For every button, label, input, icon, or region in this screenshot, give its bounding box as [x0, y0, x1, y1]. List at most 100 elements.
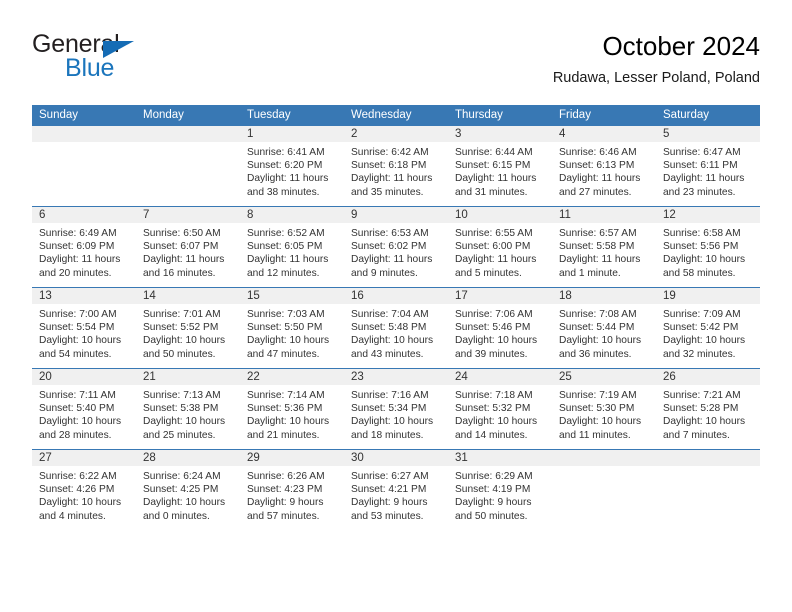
- daylight-text-line1: Daylight: 10 hours: [247, 416, 330, 428]
- sunset-text: Sunset: 4:26 PM: [39, 484, 115, 496]
- sunrise-text: Sunrise: 6:57 AM: [559, 228, 637, 239]
- daylight-text-line2: and 25 minutes.: [143, 429, 216, 441]
- calendar-day-cell[interactable]: 4 Sunrise: 6:46 AM Sunset: 6:13 PM Daylight…: [552, 126, 656, 207]
- calendar-day-cell[interactable]: 2 Sunrise: 6:42 AM Sunset: 6:18 PM Daylight…: [344, 126, 448, 207]
- sunset-text: Sunset: 5:36 PM: [247, 403, 323, 415]
- calendar-day-cell[interactable]: 22 Sunrise: 7:14 AM Sunset: 5:36 PM Dayligh…: [240, 368, 344, 450]
- day-details: Sunrise: 7:16 AM Sunset: 5:34 PM Daylight:…: [344, 385, 448, 442]
- daylight-text-line1: Daylight: 11 hours: [559, 254, 641, 266]
- calendar-day-cell[interactable]: 10 Sunrise: 6:55 AM Sunset: 6:00 PM Dayligh…: [448, 206, 552, 288]
- calendar-day-cell[interactable]: 29 Sunrise: 6:26 AM Sunset: 4:23 PM Dayligh…: [240, 449, 344, 530]
- title-block: October 2024 Rudawa, Lesser Poland, Pola…: [553, 30, 760, 89]
- sunset-text: Sunset: 6:15 PM: [455, 160, 531, 172]
- calendar-day-cell[interactable]: 6 Sunrise: 6:49 AM Sunset: 6:09 PM Daylight…: [32, 206, 136, 288]
- calendar-day-cell[interactable]: 12 Sunrise: 6:58 AM Sunset: 5:56 PM Dayligh…: [656, 206, 760, 288]
- sunrise-text: Sunrise: 7:11 AM: [39, 390, 116, 401]
- day-number: 11: [552, 207, 656, 223]
- sunrise-text: Sunrise: 6:53 AM: [351, 228, 429, 239]
- day-details: Sunrise: 7:06 AM Sunset: 5:46 PM Daylight:…: [448, 304, 552, 361]
- sunset-text: Sunset: 4:21 PM: [351, 484, 427, 496]
- sunrise-text: Sunrise: 6:41 AM: [247, 147, 325, 158]
- day-number: 16: [344, 288, 448, 304]
- sunrise-text: Sunrise: 7:21 AM: [663, 390, 741, 401]
- day-details: Sunrise: 6:41 AM Sunset: 6:20 PM Daylight:…: [240, 142, 344, 199]
- calendar-day-cell[interactable]: 18 Sunrise: 7:08 AM Sunset: 5:44 PM Dayligh…: [552, 287, 656, 369]
- calendar-day-cell[interactable]: 20 Sunrise: 7:11 AM Sunset: 5:40 PM Dayligh…: [32, 368, 136, 450]
- daylight-text-line1: Daylight: 10 hours: [39, 497, 122, 509]
- sunset-text: Sunset: 6:09 PM: [39, 241, 115, 253]
- day-number: 4: [552, 126, 656, 142]
- sunset-text: Sunset: 6:11 PM: [663, 160, 738, 172]
- weekday-header-wednesday: Wednesday: [344, 105, 448, 126]
- calendar-day-cell[interactable]: 27 Sunrise: 6:22 AM Sunset: 4:26 PM Dayligh…: [32, 449, 136, 530]
- day-number: 13: [32, 288, 136, 304]
- calendar-day-cell[interactable]: 5 Sunrise: 6:47 AM Sunset: 6:11 PM Daylight…: [656, 126, 760, 207]
- weekday-header-monday: Monday: [136, 105, 240, 126]
- daylight-text-line1: Daylight: 9 hours: [455, 497, 532, 509]
- daylight-text-line2: and 28 minutes.: [39, 429, 112, 441]
- day-details: Sunrise: 7:18 AM Sunset: 5:32 PM Daylight:…: [448, 385, 552, 442]
- day-details: Sunrise: 7:03 AM Sunset: 5:50 PM Daylight:…: [240, 304, 344, 361]
- calendar-day-cell[interactable]: 13 Sunrise: 7:00 AM Sunset: 5:54 PM Dayligh…: [32, 287, 136, 369]
- calendar-day-cell[interactable]: 1 Sunrise: 6:41 AM Sunset: 6:20 PM Daylight…: [240, 126, 344, 207]
- daylight-text-line2: and 57 minutes.: [247, 510, 320, 522]
- calendar-day-cell[interactable]: 24 Sunrise: 7:18 AM Sunset: 5:32 PM Dayligh…: [448, 368, 552, 450]
- calendar-day-cell[interactable]: 23 Sunrise: 7:16 AM Sunset: 5:34 PM Dayligh…: [344, 368, 448, 450]
- calendar-empty-cell: [32, 126, 136, 207]
- calendar-day-cell[interactable]: 16 Sunrise: 7:04 AM Sunset: 5:48 PM Dayligh…: [344, 287, 448, 369]
- sunrise-text: Sunrise: 6:44 AM: [455, 147, 533, 158]
- calendar-week-row: 27 Sunrise: 6:22 AM Sunset: 4:26 PM Dayligh…: [32, 449, 760, 530]
- day-details: Sunrise: 6:24 AM Sunset: 4:25 PM Daylight:…: [136, 466, 240, 523]
- sunrise-text: Sunrise: 6:52 AM: [247, 228, 325, 239]
- daylight-text-line1: Daylight: 11 hours: [247, 173, 329, 185]
- calendar-day-cell[interactable]: 15 Sunrise: 7:03 AM Sunset: 5:50 PM Dayligh…: [240, 287, 344, 369]
- sunset-text: Sunset: 6:07 PM: [143, 241, 219, 253]
- sunrise-text: Sunrise: 6:29 AM: [455, 471, 533, 482]
- daylight-text-line2: and 50 minutes.: [455, 510, 528, 522]
- daylight-text-line1: Daylight: 10 hours: [143, 416, 226, 428]
- daylight-text-line1: Daylight: 10 hours: [663, 254, 746, 266]
- daylight-text-line1: Daylight: 11 hours: [663, 173, 745, 185]
- sunset-text: Sunset: 5:48 PM: [351, 322, 427, 334]
- day-number: [136, 126, 240, 142]
- sunset-text: Sunset: 5:46 PM: [455, 322, 531, 334]
- sunset-text: Sunset: 6:02 PM: [351, 241, 427, 253]
- calendar-day-cell[interactable]: 19 Sunrise: 7:09 AM Sunset: 5:42 PM Dayligh…: [656, 287, 760, 369]
- calendar-day-cell[interactable]: 3 Sunrise: 6:44 AM Sunset: 6:15 PM Daylight…: [448, 126, 552, 207]
- calendar-day-cell[interactable]: 11 Sunrise: 6:57 AM Sunset: 5:58 PM Dayligh…: [552, 206, 656, 288]
- calendar-day-cell[interactable]: 14 Sunrise: 7:01 AM Sunset: 5:52 PM Dayligh…: [136, 287, 240, 369]
- sunset-text: Sunset: 5:54 PM: [39, 322, 115, 334]
- sunset-text: Sunset: 5:40 PM: [39, 403, 115, 415]
- sunrise-text: Sunrise: 7:08 AM: [559, 309, 637, 320]
- sunrise-text: Sunrise: 6:49 AM: [39, 228, 117, 239]
- daylight-text-line2: and 4 minutes.: [39, 510, 106, 522]
- weekday-header-sunday: Sunday: [32, 105, 136, 126]
- sunset-text: Sunset: 5:32 PM: [455, 403, 531, 415]
- calendar-day-cell[interactable]: 30 Sunrise: 6:27 AM Sunset: 4:21 PM Dayligh…: [344, 449, 448, 530]
- daylight-text-line2: and 35 minutes.: [351, 186, 424, 198]
- day-number: 26: [656, 369, 760, 385]
- calendar-day-cell[interactable]: 7 Sunrise: 6:50 AM Sunset: 6:07 PM Daylight…: [136, 206, 240, 288]
- daylight-text-line1: Daylight: 11 hours: [559, 173, 641, 185]
- page-subtitle: Rudawa, Lesser Poland, Poland: [552, 70, 760, 86]
- calendar-day-cell[interactable]: 9 Sunrise: 6:53 AM Sunset: 6:02 PM Daylight…: [344, 206, 448, 288]
- daylight-text-line1: Daylight: 10 hours: [455, 335, 538, 347]
- calendar-day-cell[interactable]: 26 Sunrise: 7:21 AM Sunset: 5:28 PM Dayligh…: [656, 368, 760, 450]
- sunset-text: Sunset: 5:28 PM: [663, 403, 739, 415]
- sunset-text: Sunset: 4:19 PM: [455, 484, 531, 496]
- calendar-day-cell[interactable]: 25 Sunrise: 7:19 AM Sunset: 5:30 PM Dayligh…: [552, 368, 656, 450]
- sunrise-text: Sunrise: 7:04 AM: [351, 309, 429, 320]
- daylight-text-line2: and 1 minute.: [559, 267, 621, 279]
- daylight-text-line2: and 14 minutes.: [455, 429, 528, 441]
- daylight-text-line1: Daylight: 9 hours: [247, 497, 324, 509]
- calendar-day-cell[interactable]: 31 Sunrise: 6:29 AM Sunset: 4:19 PM Dayligh…: [448, 449, 552, 530]
- day-details: Sunrise: 7:08 AM Sunset: 5:44 PM Daylight:…: [552, 304, 656, 361]
- calendar-day-cell[interactable]: 17 Sunrise: 7:06 AM Sunset: 5:46 PM Dayligh…: [448, 287, 552, 369]
- calendar-day-cell[interactable]: 21 Sunrise: 7:13 AM Sunset: 5:38 PM Dayligh…: [136, 368, 240, 450]
- day-number: 15: [240, 288, 344, 304]
- calendar-day-cell[interactable]: 28 Sunrise: 6:24 AM Sunset: 4:25 PM Dayligh…: [136, 449, 240, 530]
- calendar-day-cell[interactable]: 8 Sunrise: 6:52 AM Sunset: 6:05 PM Daylight…: [240, 206, 344, 288]
- daylight-text-line2: and 36 minutes.: [559, 348, 632, 360]
- weekday-header-row: Sunday Monday Tuesday Wednesday Thursday…: [32, 105, 760, 126]
- general-blue-logo[interactable]: General Blue: [32, 30, 212, 86]
